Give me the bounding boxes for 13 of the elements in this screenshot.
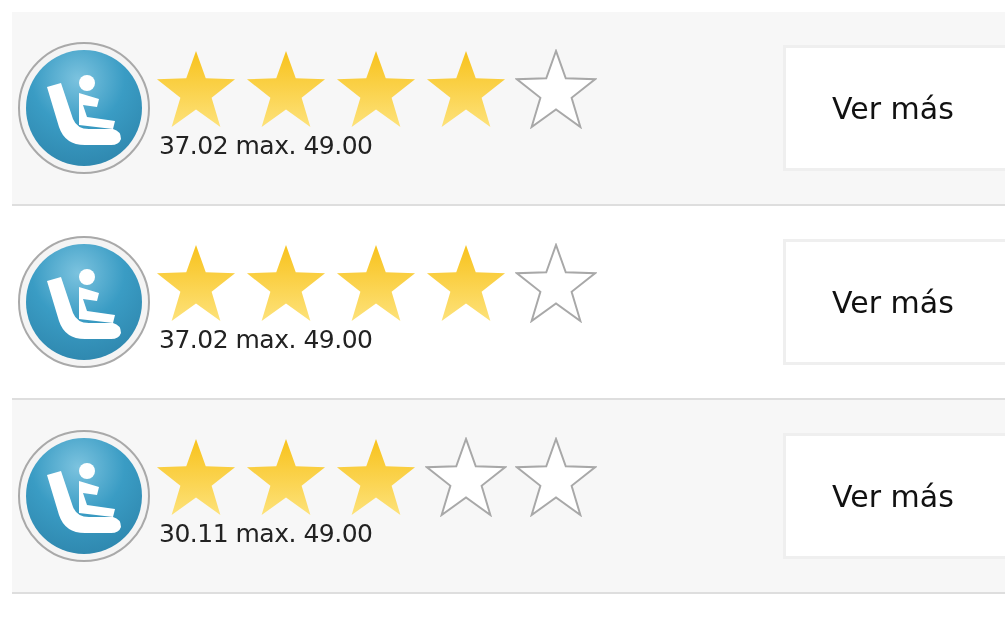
score-text: 37.02 max. 49.00 <box>159 132 374 158</box>
empty-star-icon <box>515 436 597 517</box>
seat-icon <box>17 235 151 369</box>
empty-star-icon <box>515 48 597 129</box>
see-more-button[interactable]: Ver más <box>783 239 1005 365</box>
see-more-button[interactable]: Ver más <box>783 433 1005 559</box>
empty-star-icon <box>515 242 597 323</box>
score-text: 30.11 max. 49.00 <box>159 520 374 546</box>
seat-icon <box>17 41 151 175</box>
seat-icon <box>17 429 151 563</box>
empty-star-icon <box>425 436 507 517</box>
score-text: 37.02 max. 49.00 <box>159 326 374 352</box>
see-more-button[interactable]: Ver más <box>783 45 1005 171</box>
